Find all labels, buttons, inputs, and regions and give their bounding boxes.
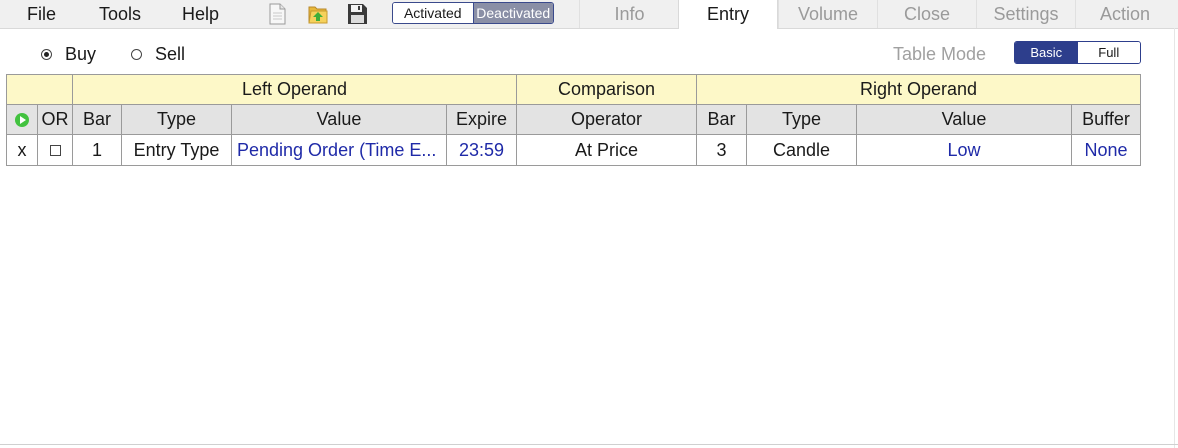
right-value-column-header: Value <box>856 104 1072 135</box>
top-toolbar: File Tools Help Activated Deactivated In… <box>0 0 1178 29</box>
tab-info[interactable]: Info <box>579 0 679 28</box>
table-mode-label: Table Mode <box>893 44 987 64</box>
menu-help[interactable]: Help <box>182 2 219 26</box>
menu-tools[interactable]: Tools <box>99 2 141 26</box>
right-type-column-header: Type <box>746 104 857 135</box>
table-mode-toggle[interactable]: Basic Full <box>1014 41 1141 64</box>
tab-action[interactable]: Action <box>1075 0 1174 28</box>
menu-file[interactable]: File <box>27 2 56 26</box>
buy-radio[interactable] <box>41 48 52 60</box>
expire-cell[interactable]: 23:59 <box>446 134 517 166</box>
right-type-cell[interactable]: Candle <box>746 134 857 166</box>
bar-column-header: Bar <box>72 104 122 135</box>
sell-option[interactable]: Sell <box>131 43 185 65</box>
right-value-cell[interactable]: Low <box>856 134 1072 166</box>
table-row: x 1 Entry Type Pending Order (Time E... … <box>6 134 1141 166</box>
open-folder-icon[interactable] <box>306 2 330 26</box>
expire-column-header: Expire <box>446 104 517 135</box>
activated-option[interactable]: Activated <box>393 3 473 23</box>
tab-entry[interactable]: Entry <box>678 0 778 29</box>
save-icon[interactable] <box>345 2 369 26</box>
full-mode-option[interactable]: Full <box>1077 42 1140 63</box>
tab-settings[interactable]: Settings <box>976 0 1075 28</box>
group-header-row: Left Operand Comparison Right Operand <box>6 74 1141 105</box>
left-operand-header: Left Operand <box>72 74 517 105</box>
bar-cell[interactable]: 1 <box>72 134 122 166</box>
value-cell[interactable]: Pending Order (Time E... <box>231 134 447 166</box>
buffer-cell[interactable]: None <box>1071 134 1141 166</box>
operator-cell[interactable]: At Price <box>516 134 697 166</box>
right-bar-column-header: Bar <box>696 104 747 135</box>
buffer-column-header: Buffer <box>1071 104 1141 135</box>
value-column-header: Value <box>231 104 447 135</box>
tab-close[interactable]: Close <box>877 0 976 28</box>
operator-column-header: Operator <box>516 104 697 135</box>
sell-label: Sell <box>155 44 186 64</box>
or-checkbox[interactable] <box>49 145 61 157</box>
type-column-header: Type <box>121 104 232 135</box>
group-header-blank <box>6 74 73 105</box>
conditions-table: Left Operand Comparison Right Operand OR… <box>6 74 1141 166</box>
sell-radio[interactable] <box>131 48 142 60</box>
or-column-header: OR <box>37 104 73 135</box>
column-header-row: OR Bar Type Value Expire Operator Bar Ty… <box>6 104 1141 135</box>
type-cell[interactable]: Entry Type <box>121 134 232 166</box>
buy-label: Buy <box>65 44 97 64</box>
right-bar-cell[interactable]: 3 <box>696 134 747 166</box>
basic-mode-option[interactable]: Basic <box>1015 42 1078 63</box>
deactivated-option[interactable]: Deactivated <box>472 3 553 23</box>
comparison-header: Comparison <box>516 74 697 105</box>
delete-row-button[interactable]: x <box>6 134 38 166</box>
new-document-icon[interactable] <box>265 2 289 26</box>
right-operand-header: Right Operand <box>696 74 1141 105</box>
or-checkbox-cell[interactable] <box>37 134 73 166</box>
tab-volume[interactable]: Volume <box>778 0 877 28</box>
activation-toggle[interactable]: Activated Deactivated <box>392 2 554 24</box>
panel-right-edge <box>1174 28 1175 448</box>
play-icon[interactable] <box>15 113 29 128</box>
add-row-button[interactable] <box>6 104 38 135</box>
buy-option[interactable]: Buy <box>41 43 96 65</box>
panel-bottom-edge <box>0 444 1178 445</box>
